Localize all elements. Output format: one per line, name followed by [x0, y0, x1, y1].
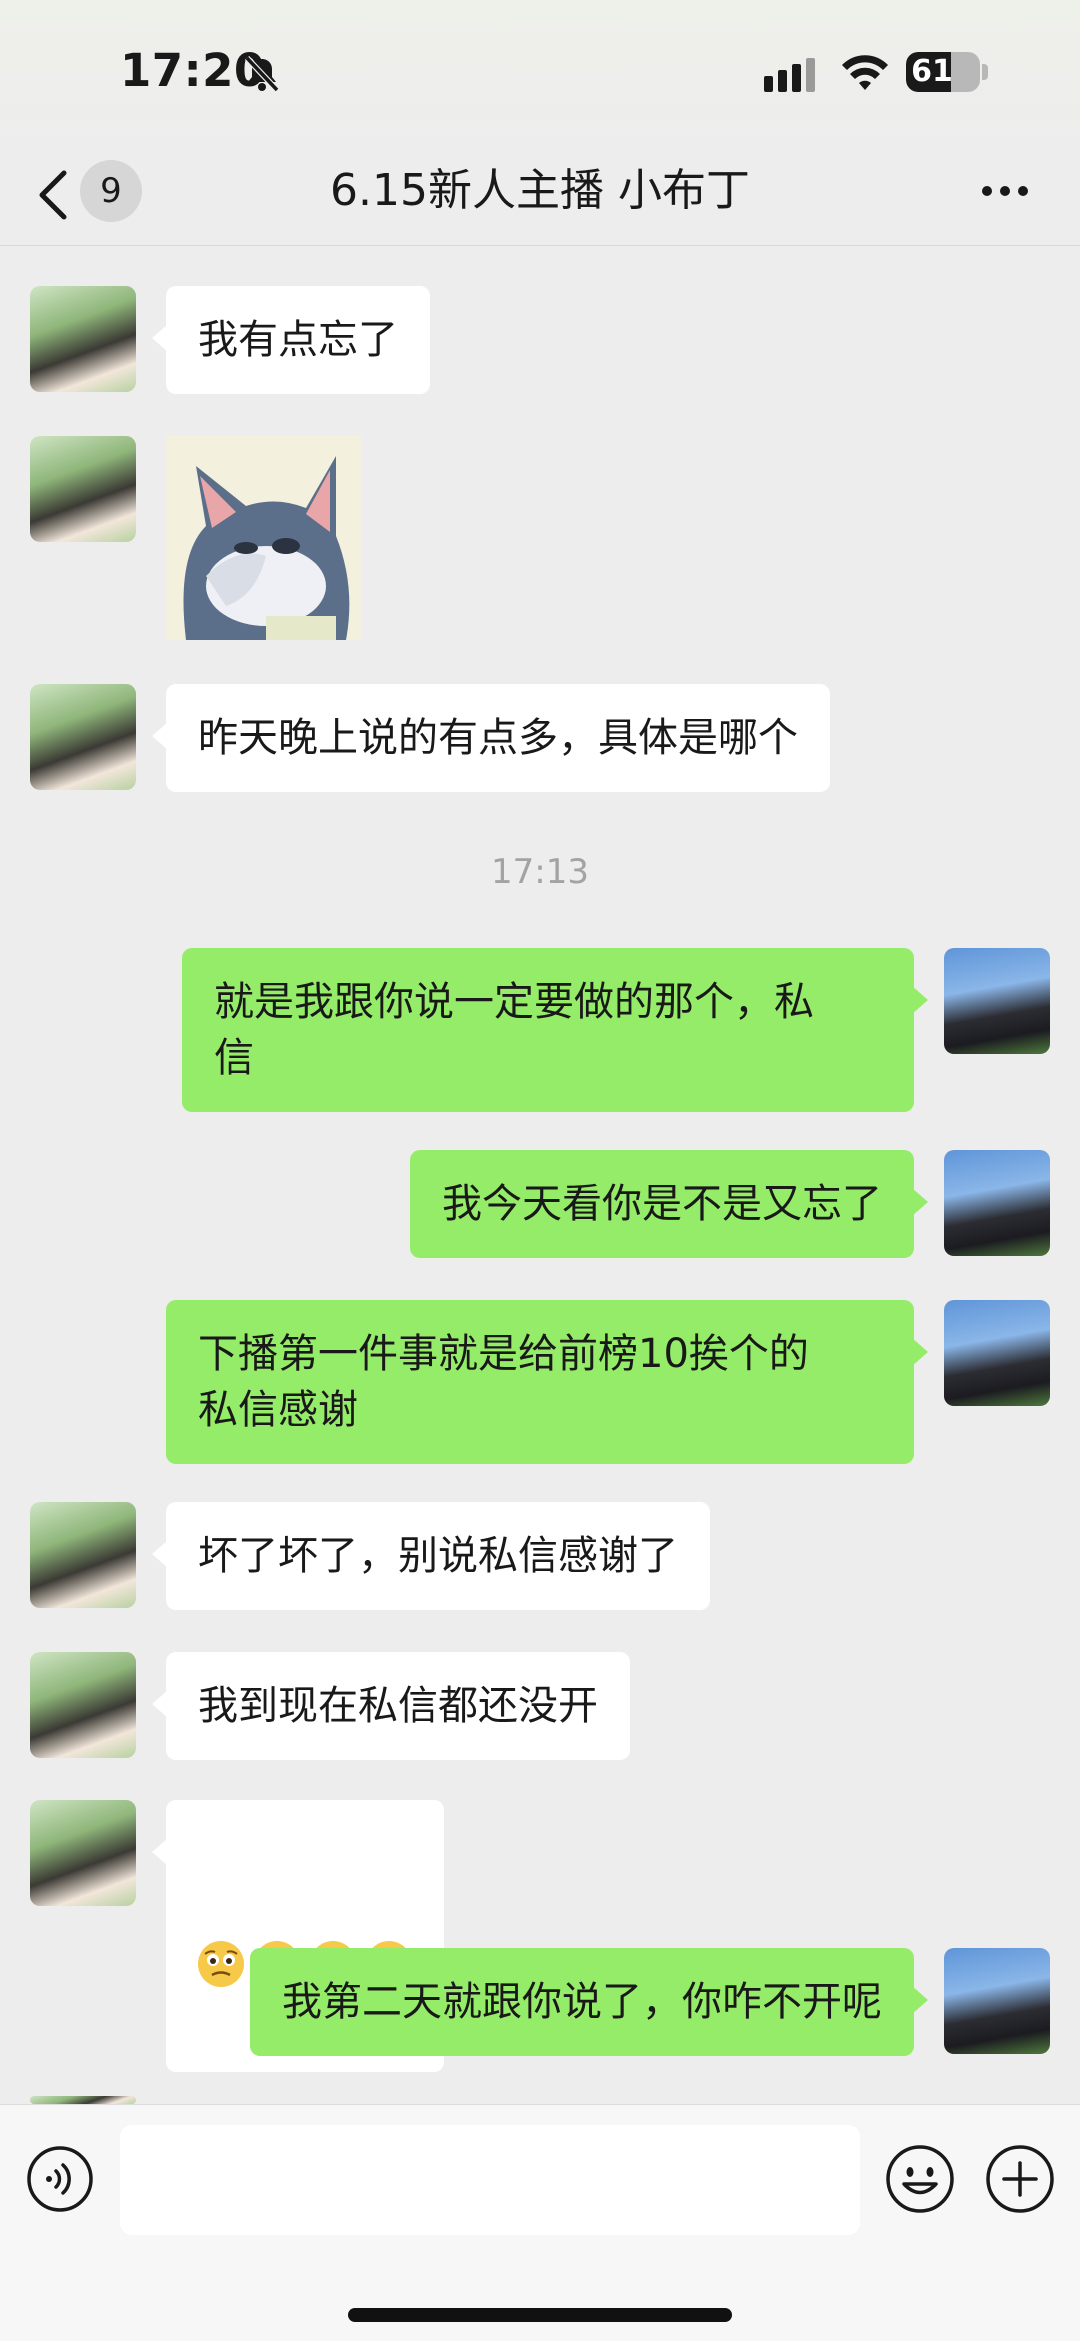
more-options-icon[interactable] [980, 184, 1030, 198]
chat-input-bar [0, 2104, 1080, 2341]
contact-avatar[interactable] [30, 1800, 136, 1906]
contact-avatar[interactable] [30, 1502, 136, 1608]
chat-timestamp: 17:13 [491, 852, 589, 892]
outgoing-message[interactable]: 就是我跟你说一定要做的那个，私 信 [182, 948, 928, 1112]
contact-avatar [30, 2096, 136, 2104]
voice-icon[interactable] [26, 2145, 94, 2213]
contact-avatar[interactable] [30, 1652, 136, 1758]
battery-icon: 61 [906, 52, 980, 92]
emoji-icon[interactable] [884, 2143, 956, 2215]
battery-percent: 61 [911, 54, 953, 89]
cellular-signal-icon [764, 58, 815, 92]
contact-avatar[interactable] [30, 286, 136, 392]
chat-title: 6.15新人主播 小布丁 [330, 165, 750, 216]
pleading-face-emoji [198, 1941, 244, 1987]
incoming-message[interactable]: 我有点忘了 [152, 286, 430, 394]
incoming-message[interactable]: 坏了坏了，别说私信感谢了 [152, 1502, 710, 1610]
nav-divider [0, 245, 1080, 246]
wifi-icon [842, 55, 888, 90]
status-bar: 17:20 61 [0, 0, 1080, 145]
incoming-message[interactable]: 昨天晚上说的有点多，具体是哪个 [152, 684, 830, 792]
outgoing-message[interactable]: 我今天看你是不是又忘了 [410, 1150, 928, 1258]
message-input[interactable] [120, 2125, 860, 2235]
my-avatar[interactable] [944, 948, 1050, 1054]
outgoing-message[interactable]: 我第二天就跟你说了，你咋不开呢 [250, 1948, 928, 2056]
battery-tip [982, 64, 988, 80]
tom-cat-sticker[interactable] [166, 436, 362, 640]
incoming-message[interactable]: 我到现在私信都还没开 [152, 1652, 630, 1760]
contact-avatar[interactable] [30, 436, 136, 542]
my-avatar[interactable] [944, 1150, 1050, 1256]
mute-bell-icon [244, 55, 280, 93]
my-avatar[interactable] [944, 1300, 1050, 1406]
my-avatar[interactable] [944, 1948, 1050, 2054]
outgoing-message[interactable]: 下播第一件事就是给前榜10挨个的 私信感谢 [166, 1300, 928, 1464]
tom-cat-sticker-art [166, 436, 362, 640]
plus-icon[interactable] [984, 2143, 1056, 2215]
home-indicator [348, 2308, 732, 2322]
contact-avatar[interactable] [30, 684, 136, 790]
